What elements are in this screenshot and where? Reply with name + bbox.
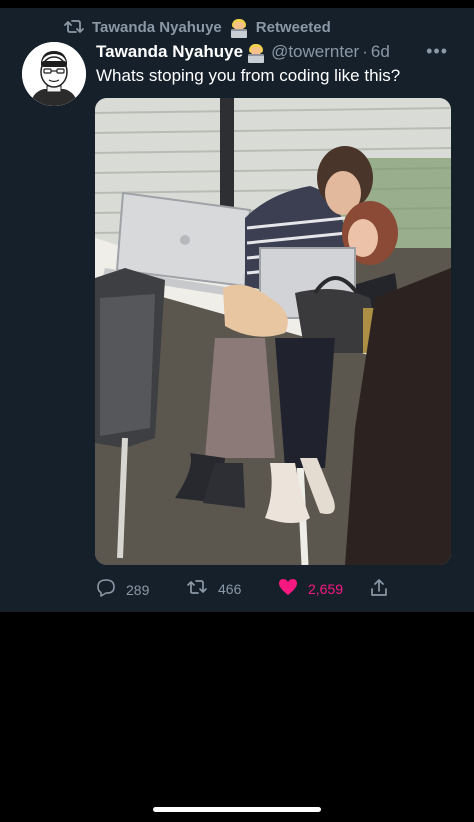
avatar[interactable] bbox=[22, 42, 86, 106]
retweet-icon bbox=[64, 19, 84, 35]
technologist-emoji-icon bbox=[247, 43, 265, 63]
tweet-text: Whats stoping you from coding like this? bbox=[96, 66, 401, 85]
retweet-context[interactable]: Tawanda Nyahuye Retweeted bbox=[64, 16, 331, 38]
tweet-card[interactable]: Tawanda Nyahuye Retweeted Tawanda Nyahuy… bbox=[0, 8, 474, 612]
tweet-timestamp[interactable]: 6d bbox=[371, 42, 390, 62]
like-count: 2,659 bbox=[308, 580, 344, 597]
tweet-header: Tawanda Nyahuye @towernter · 6d ••• bbox=[96, 41, 456, 63]
retweet-button[interactable]: 466 bbox=[186, 578, 241, 599]
reply-icon bbox=[96, 578, 116, 601]
retweeted-label: Retweeted bbox=[255, 18, 331, 36]
heart-icon bbox=[278, 578, 298, 599]
retweet-icon bbox=[186, 578, 208, 599]
tweet-actions: 289 466 2,659 bbox=[96, 578, 396, 598]
separator-dot: · bbox=[362, 42, 368, 61]
author-name[interactable]: Tawanda Nyahuye bbox=[96, 42, 243, 62]
like-button[interactable]: 2,659 bbox=[278, 578, 343, 599]
tweet-photo[interactable] bbox=[95, 98, 451, 565]
retweeter-name[interactable]: Tawanda Nyahuye bbox=[92, 19, 222, 36]
share-icon bbox=[369, 578, 389, 601]
reply-button[interactable]: 289 bbox=[96, 578, 149, 601]
technologist-emoji-icon bbox=[230, 18, 248, 38]
home-indicator[interactable] bbox=[153, 807, 321, 812]
more-icon[interactable]: ••• bbox=[426, 41, 448, 62]
share-button[interactable] bbox=[369, 578, 389, 601]
reply-count: 289 bbox=[126, 581, 150, 598]
author-handle[interactable]: @towernter bbox=[271, 42, 359, 62]
status-bar bbox=[0, 0, 474, 8]
retweet-count: 466 bbox=[218, 580, 242, 597]
